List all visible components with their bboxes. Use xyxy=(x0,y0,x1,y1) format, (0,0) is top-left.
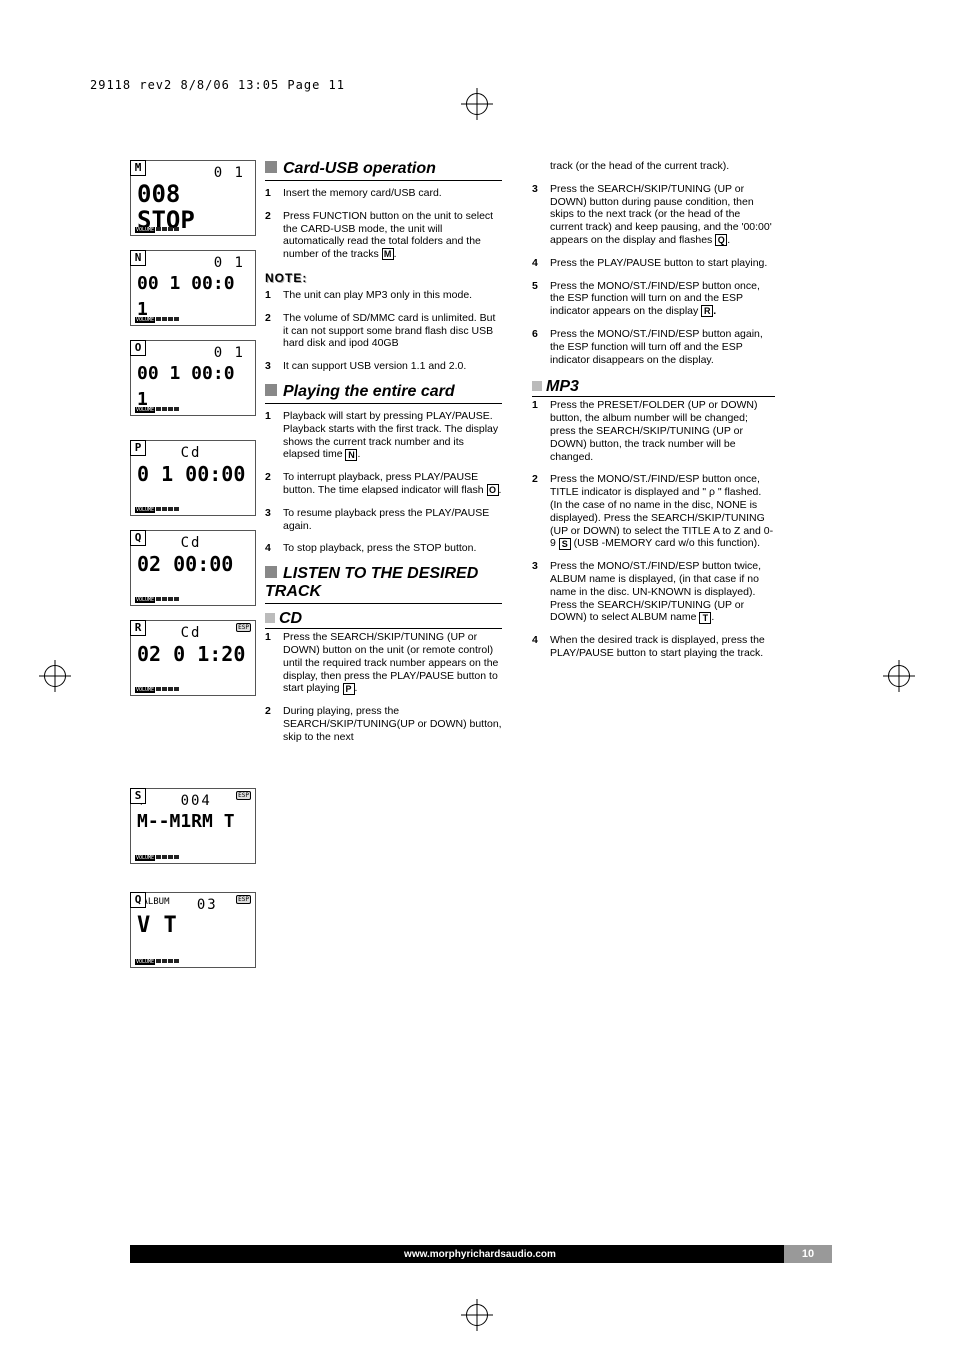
display-O-top: 0 1 xyxy=(137,345,249,361)
display-Q2-main: V T xyxy=(137,913,249,939)
display-P: P Cd 0 1 00:00 VOLUME xyxy=(130,440,256,516)
display-Q-top: Cd xyxy=(137,535,249,551)
mp3-step-3: Press the MONO/ST./FIND/ESP button twice… xyxy=(550,560,775,624)
display-P-main: 0 1 00:00 xyxy=(137,461,249,487)
cd-step-4: Press the PLAY/PAUSE button to start pla… xyxy=(550,257,775,270)
display-O: O 0 1 00 1 00:0 1 VOLUME xyxy=(130,340,256,416)
cd-step-2: During playing, press the SEARCH/SKIP/TU… xyxy=(283,705,502,743)
register-mark-top xyxy=(466,93,488,115)
cd-step-5: Press the MONO/ST./FIND/ESP button once,… xyxy=(550,280,775,318)
mp3-step-4: When the desired track is displayed, pre… xyxy=(550,634,775,660)
esp-badge: ESP xyxy=(236,895,251,904)
heading-mp3: MP3 xyxy=(532,378,775,397)
display-Q: Q Cd 02 00:00 VOLUME xyxy=(130,530,256,606)
display-N: N 0 1 00 1 00:0 1 VOLUME xyxy=(130,250,256,326)
display-P-top: Cd xyxy=(137,445,249,461)
cardusb-step-2: Press FUNCTION button on the unit to sel… xyxy=(283,210,502,261)
display-N-top: 0 1 xyxy=(137,255,249,271)
display-R: R ESP Cd 02 0 1:20 VOLUME xyxy=(130,620,256,696)
display-S: S ESP ❄004 M--M1RM T VOLUME xyxy=(130,788,256,864)
display-R-main: 02 0 1:20 xyxy=(137,641,249,667)
page-number: 10 xyxy=(784,1245,832,1263)
playcard-3: To resume playback press the PLAY/PAUSE … xyxy=(283,507,502,533)
middle-column: Card-USB operation 1Insert the memory ca… xyxy=(265,160,520,982)
display-Q-main: 02 00:00 xyxy=(137,551,249,577)
mp3-steps: 1Press the PRESET/FOLDER (UP or DOWN) bu… xyxy=(532,399,775,659)
note-2: The volume of SD/MMC card is unlimited. … xyxy=(283,312,502,350)
cd-step-1: Press the SEARCH/SKIP/TUNING (UP or DOWN… xyxy=(283,631,502,695)
cd-step-3: Press the SEARCH/SKIP/TUNING (UP or DOWN… xyxy=(550,183,775,247)
display-column: M 0 1 008 STOP VOLUME N 0 1 00 1 00:0 1 … xyxy=(130,160,265,982)
heading-card-usb: Card-USB operation xyxy=(265,160,502,178)
esp-badge: ESP xyxy=(236,623,251,632)
playcard-1: Playback will start by pressing PLAY/PAU… xyxy=(283,410,502,461)
manual-page: 29118 rev2 8/8/06 13:05 Page 11 M 0 1 00… xyxy=(0,0,954,1351)
print-runline: 29118 rev2 8/8/06 13:05 Page 11 xyxy=(90,78,345,92)
heading-cd: CD xyxy=(265,610,502,629)
mp3-step-1: Press the PRESET/FOLDER (UP or DOWN) but… xyxy=(550,399,775,463)
heading-playcard: Playing the entire card xyxy=(265,383,502,401)
note-1: The unit can play MP3 only in this mode. xyxy=(283,289,502,302)
playcard-steps: 1Playback will start by pressing PLAY/PA… xyxy=(265,410,502,555)
display-Q2: Q ESP ρALBUM 03 V T VOLUME xyxy=(130,892,256,968)
display-M: M 0 1 008 STOP VOLUME xyxy=(130,160,256,236)
cd-more-steps: 3Press the SEARCH/SKIP/TUNING (UP or DOW… xyxy=(532,183,775,367)
cardusb-step-1: Insert the memory card/USB card. xyxy=(283,187,502,200)
cardusb-steps: 1Insert the memory card/USB card. 2Press… xyxy=(265,187,502,261)
heading-listen: LISTEN TO THE DESIRED TRACK xyxy=(265,565,502,601)
right-column: track (or the head of the current track)… xyxy=(520,160,775,982)
cd-steps: 1Press the SEARCH/SKIP/TUNING (UP or DOW… xyxy=(265,631,502,743)
mp3-step-2: Press the MONO/ST./FIND/ESP button once,… xyxy=(550,473,775,550)
display-R-top: Cd xyxy=(137,625,249,641)
cd-cont: track (or the head of the current track)… xyxy=(532,160,775,173)
cardusb-notes: 1The unit can play MP3 only in this mode… xyxy=(265,289,502,373)
playcard-4: To stop playback, press the STOP button. xyxy=(283,542,502,555)
footer-bar: www.morphyrichardsaudio.com 10 xyxy=(130,1245,830,1263)
content-columns: M 0 1 008 STOP VOLUME N 0 1 00 1 00:0 1 … xyxy=(130,160,830,982)
footer-url: www.morphyrichardsaudio.com xyxy=(404,1249,556,1260)
playcard-2: To interrupt playback, press PLAY/PAUSE … xyxy=(283,471,502,497)
esp-badge: ESP xyxy=(236,791,251,800)
register-mark-bottom xyxy=(466,1304,488,1326)
display-M-top: 0 1 xyxy=(137,165,249,181)
note-heading: NOTE: xyxy=(265,271,502,285)
display-S-top: 004 xyxy=(181,793,212,809)
note-3: It can support USB version 1.1 and 2.0. xyxy=(283,360,502,373)
register-mark-left xyxy=(44,665,66,687)
register-mark-right xyxy=(888,665,910,687)
cd-step-6: Press the MONO/ST./FIND/ESP button again… xyxy=(550,328,775,366)
display-S-main: M--M1RM T xyxy=(137,809,249,835)
